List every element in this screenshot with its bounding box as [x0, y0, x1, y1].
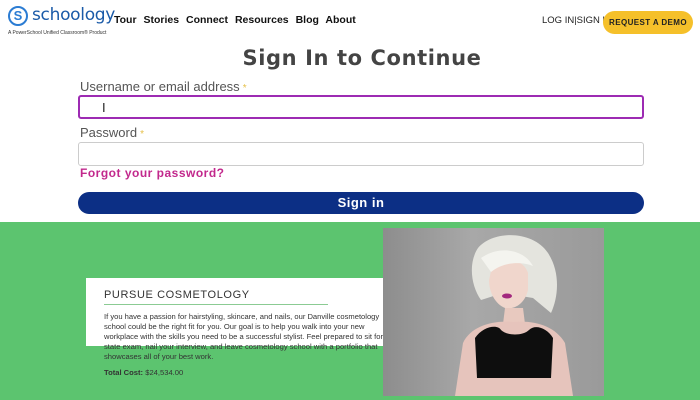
main-nav: Tour Stories Connect Resources Blog Abou…	[114, 14, 360, 26]
promo-cost: Total Cost: $24,534.00	[104, 368, 183, 377]
password-input[interactable]	[78, 142, 644, 166]
username-label-text: Username or email address	[80, 79, 240, 94]
password-required-mark: *	[140, 129, 144, 140]
nav-tour[interactable]: Tour	[114, 14, 137, 26]
password-label-text: Password	[80, 125, 138, 140]
model-photo	[383, 228, 604, 396]
logo-s-icon: S	[8, 6, 28, 26]
login-link[interactable]: LOG IN	[542, 15, 574, 26]
promo-title: PURSUE COSMETOLOGY	[104, 289, 250, 301]
site-header: S schoology A PowerSchool Unified Classr…	[0, 0, 700, 44]
password-label: Password *	[80, 125, 144, 140]
username-label: Username or email address *	[80, 79, 247, 94]
promo-divider	[104, 304, 328, 305]
schoology-logo[interactable]: S schoology A PowerSchool Unified Classr…	[8, 5, 115, 38]
model-photo-illustration	[455, 235, 573, 396]
forgot-password-link[interactable]: Forgot your password?	[80, 166, 225, 180]
request-demo-button[interactable]: REQUEST A DEMO	[603, 11, 693, 34]
logo-wordmark: schoology	[32, 5, 116, 25]
signin-button[interactable]: Sign in	[78, 192, 644, 214]
promo-body: If you have a passion for hairstyling, s…	[104, 312, 396, 361]
username-required-mark: *	[242, 83, 247, 94]
nav-connect[interactable]: Connect	[186, 14, 228, 26]
nav-blog[interactable]: Blog	[296, 14, 319, 26]
promo-cost-label: Total Cost:	[104, 368, 144, 377]
nav-stories[interactable]: Stories	[143, 14, 179, 26]
nav-about[interactable]: About	[325, 14, 355, 26]
nav-resources[interactable]: Resources	[235, 14, 289, 26]
signin-title: Sign In to Continue	[242, 46, 482, 70]
promo-cost-value: $24,534.00	[145, 368, 184, 377]
page: S schoology A PowerSchool Unified Classr…	[0, 0, 700, 400]
logo-tagline: A PowerSchool Unified Classroom® Product	[8, 30, 107, 36]
username-input[interactable]	[78, 95, 644, 119]
